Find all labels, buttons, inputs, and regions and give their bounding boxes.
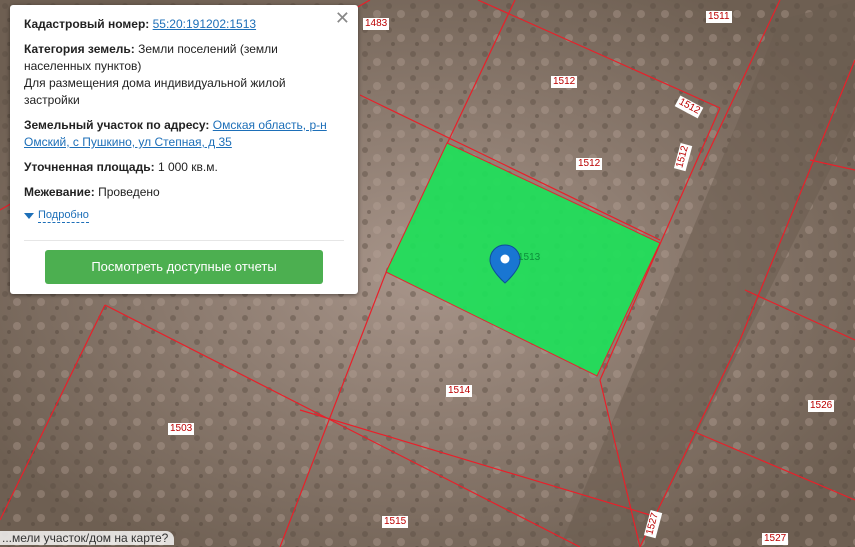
divider	[24, 240, 344, 241]
parcel-info-popup: ✕ Кадастровый номер: 55:20:191202:1513 К…	[10, 5, 358, 294]
usage-value: Для размещения дома индивидуальной жилой…	[24, 76, 286, 107]
address-row: Земельный участок по адресу: Омская обла…	[24, 118, 327, 149]
area-value: 1 000 кв.м.	[157, 160, 218, 174]
parcel-label[interactable]: 1483	[363, 18, 390, 30]
parcel-label[interactable]: 1503	[168, 423, 195, 435]
parcel-label[interactable]: 1527	[762, 533, 789, 545]
area-row: Уточненная площадь: 1 000 кв.м.	[24, 160, 218, 174]
details-toggle[interactable]: Подробно	[24, 209, 344, 223]
parcel-label[interactable]: 1511	[706, 11, 732, 23]
bottom-hint[interactable]: ...мели участок/дом на карте?	[0, 531, 175, 545]
survey-row: Межевание: Проведено	[24, 185, 160, 199]
view-reports-button[interactable]: Посмотреть доступные отчеты	[45, 250, 323, 284]
parcel-label[interactable]: 1526	[808, 400, 835, 412]
details-link[interactable]: Подробно	[38, 209, 89, 223]
parcel-label[interactable]: 1512	[551, 76, 578, 88]
parcel-label[interactable]: 1514	[446, 385, 473, 397]
cadastral-number-link[interactable]: 55:20:191202:1513	[153, 17, 256, 31]
caret-down-icon	[24, 213, 34, 219]
survey-value: Проведено	[98, 185, 160, 199]
category-row: Категория земель: Земли поселений (земли…	[24, 42, 286, 107]
cadastral-row: Кадастровый номер: 55:20:191202:1513	[24, 17, 257, 31]
parcel-label[interactable]: 1512	[576, 158, 603, 170]
close-icon[interactable]: ✕	[335, 9, 350, 27]
parcel-label[interactable]: 1515	[382, 516, 409, 528]
parcel-label[interactable]: 1513	[516, 252, 542, 264]
